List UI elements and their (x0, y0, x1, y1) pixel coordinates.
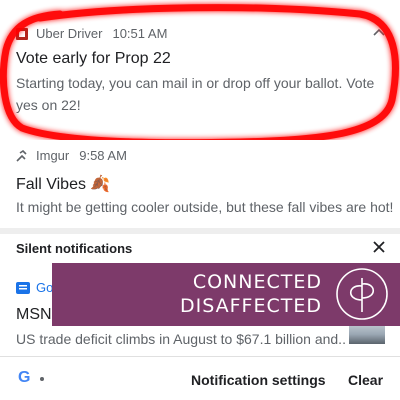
notification-header: Imgur 9:58 AM (16, 148, 127, 163)
notification-body: It might be getting cooler outside, but … (16, 199, 394, 215)
notification-app-name: Go (36, 280, 54, 295)
notification-title: MSN (16, 306, 52, 323)
silent-notifications-label: Silent notifications (16, 241, 133, 256)
silent-notifications-header: Silent notifications (0, 234, 400, 262)
connected-disaffected-banner: CONNECTED DISAFFECTED (52, 263, 400, 326)
notification-app-name: Imgur (36, 148, 70, 163)
notification-settings-button[interactable]: Notification settings (191, 372, 326, 388)
notification-imgur[interactable]: Imgur 9:58 AM Fall Vibes 🍂 It might be g… (0, 140, 400, 228)
clear-button[interactable]: Clear (348, 372, 383, 388)
leaf-emoji-icon: 🍂 (90, 176, 111, 193)
notification-shade: Uber Driver 10:51 AM Vote early for Prop… (0, 0, 400, 400)
uber-icon (16, 27, 28, 40)
chevron-up-icon[interactable] (372, 26, 386, 38)
notification-app-name: Uber Driver (36, 26, 103, 41)
notification-footer: G Notification settings Clear (0, 357, 400, 400)
notification-uber-driver[interactable]: Uber Driver 10:51 AM Vote early for Prop… (0, 0, 400, 138)
banner-line-1: CONNECTED (192, 271, 322, 293)
google-g-icon[interactable]: G (18, 369, 30, 387)
banner-line-2: DISAFFECTED (179, 295, 322, 317)
notification-title-text: Fall Vibes (16, 176, 86, 193)
dot-indicator (40, 377, 44, 381)
connected-disaffected-logo (336, 268, 388, 320)
notification-header: Uber Driver 10:51 AM (16, 26, 167, 41)
notification-time: 9:58 AM (79, 148, 127, 163)
notification-body: US trade deficit climbs in August to $67… (16, 331, 346, 347)
notification-title: Vote early for Prop 22 (16, 50, 171, 67)
notification-body: Starting today, you can mail in or drop … (16, 75, 375, 113)
imgur-icon (16, 149, 27, 162)
close-icon[interactable] (372, 240, 386, 254)
google-news-icon (16, 282, 30, 294)
notification-time: 10:51 AM (112, 26, 168, 41)
notification-title: Fall Vibes 🍂 (16, 174, 110, 194)
